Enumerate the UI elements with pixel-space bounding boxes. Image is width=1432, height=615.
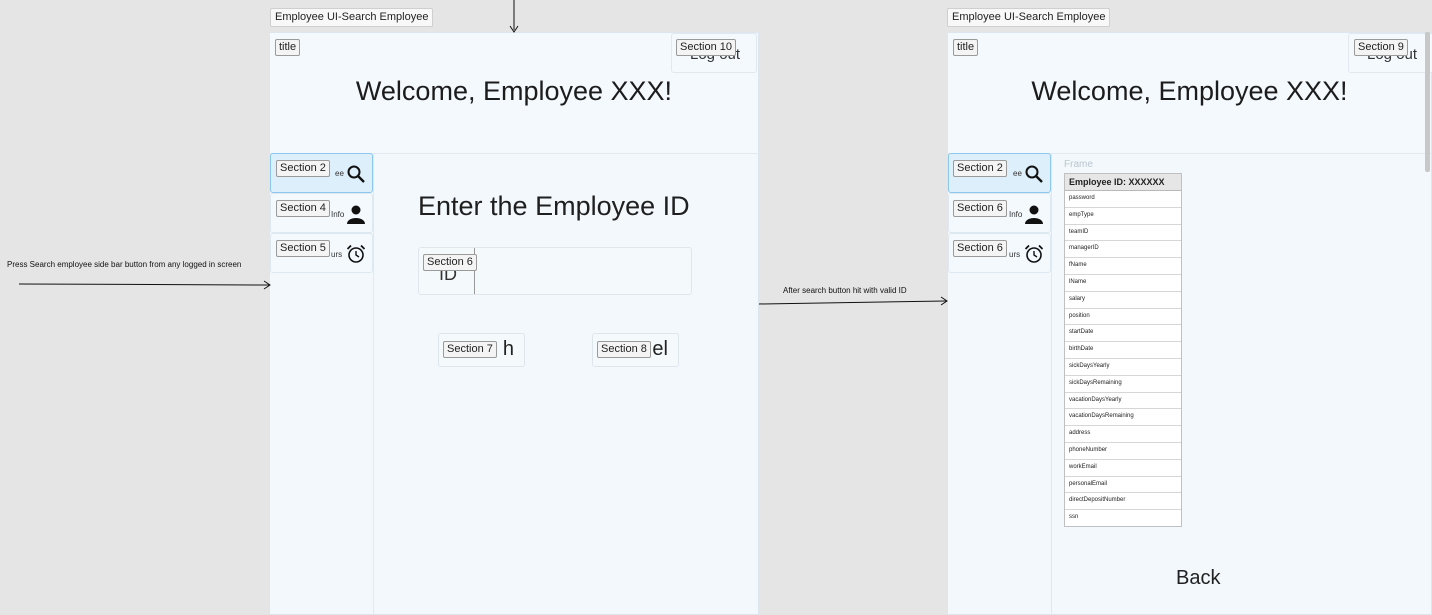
section-tag-cancel: Section 8 [597, 341, 651, 358]
top-arrow [509, 0, 519, 33]
section-tag-logout: Section 9 [1354, 39, 1408, 56]
section-tag-sidebar-2: Section 6 [953, 200, 1007, 217]
section-tag-sidebar-1: Section 2 [276, 160, 330, 177]
section-tag-sidebar-3: Section 5 [276, 240, 330, 257]
section-tag-sidebar-1: Section 2 [953, 160, 1007, 177]
section-tag-sidebar-3: Section 6 [953, 240, 1007, 257]
section-tag-sidebar-2: Section 4 [276, 200, 330, 217]
title-tag: title [275, 39, 301, 56]
entry-arrow [18, 280, 271, 290]
section-tag-logout: Section 10 [676, 39, 736, 56]
section-tag-search: Section 7 [443, 341, 497, 358]
title-tag: title [953, 39, 979, 56]
section-tag-input: Section 6 [423, 254, 477, 271]
flow-arrows [18, 0, 948, 306]
transition-arrow [758, 296, 948, 306]
